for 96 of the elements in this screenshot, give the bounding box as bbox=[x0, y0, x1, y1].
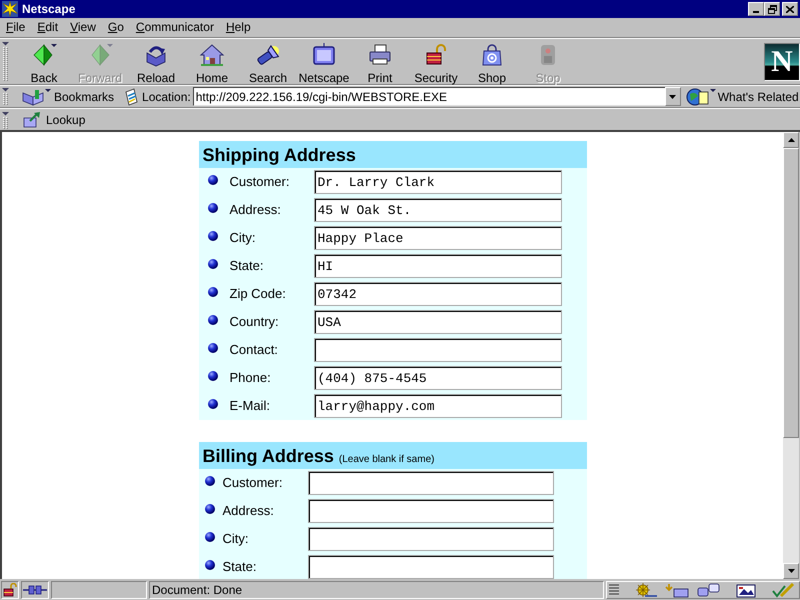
toolbar-button[interactable]: Home bbox=[184, 41, 240, 85]
text-input-field[interactable] bbox=[308, 471, 554, 495]
text-input-field[interactable] bbox=[308, 555, 554, 579]
section-note: (Leave blank if same) bbox=[338, 453, 434, 467]
scrollbar-thumb[interactable] bbox=[783, 148, 799, 438]
menu-item[interactable]: Communicator bbox=[130, 19, 220, 36]
menu-item[interactable]: Edit bbox=[31, 19, 64, 36]
text-input-field[interactable]: Dr. Larry Clark bbox=[314, 170, 562, 194]
menu-item[interactable]: Go bbox=[102, 19, 130, 36]
minimize-button[interactable] bbox=[748, 2, 764, 16]
padlock-icon bbox=[3, 583, 17, 597]
menu-item[interactable]: View bbox=[64, 19, 102, 36]
page-icon[interactable] bbox=[123, 88, 140, 106]
text-input-field[interactable] bbox=[308, 527, 554, 551]
bullet-icon bbox=[208, 370, 218, 380]
bullet-icon bbox=[208, 342, 218, 352]
security-button[interactable] bbox=[1, 581, 19, 599]
portal-icon bbox=[311, 43, 337, 67]
pen-check-icon[interactable] bbox=[771, 582, 795, 598]
location-label: Location: bbox=[142, 88, 191, 106]
toolbar-button[interactable]: Back bbox=[16, 41, 72, 85]
text-input-field[interactable]: (404) 875-4545 bbox=[314, 366, 562, 390]
field-label: Address: bbox=[222, 502, 275, 520]
down-arrow-icon bbox=[788, 569, 794, 573]
bullet-icon bbox=[208, 286, 218, 296]
field-label: Address: bbox=[230, 201, 282, 220]
field-label: City: bbox=[230, 229, 256, 248]
flashlight-icon bbox=[255, 43, 281, 67]
close-button[interactable] bbox=[782, 2, 798, 16]
toolbar-button[interactable]: Netscape bbox=[296, 41, 352, 85]
printer-icon bbox=[367, 43, 393, 67]
text-input-field[interactable]: 45 W Oak St. bbox=[314, 198, 562, 222]
toolbar-button[interactable]: Security bbox=[408, 41, 464, 85]
restore-icon bbox=[768, 4, 776, 14]
field-label: City: bbox=[222, 530, 250, 548]
bullet-icon bbox=[204, 476, 214, 486]
field-label: Customer: bbox=[222, 474, 284, 492]
text-input-field[interactable] bbox=[308, 499, 554, 523]
chat-icon[interactable] bbox=[697, 582, 721, 598]
text-input-field[interactable]: USA bbox=[314, 310, 562, 334]
field-label: State: bbox=[230, 257, 264, 276]
toolbar-button[interactable]: Shop bbox=[464, 41, 520, 85]
field-label: Phone: bbox=[230, 369, 272, 388]
minimize-icon bbox=[753, 11, 759, 13]
bullet-icon bbox=[208, 174, 218, 184]
bullet-icon bbox=[208, 314, 218, 324]
text-input-field[interactable]: Happy Place bbox=[314, 226, 562, 250]
dropdown-button[interactable] bbox=[664, 87, 681, 106]
field-label: Contact: bbox=[230, 341, 279, 360]
bullet-icon bbox=[208, 202, 218, 212]
field-label: Zip Code: bbox=[230, 285, 287, 304]
compass-icon[interactable] bbox=[633, 582, 657, 598]
bookmark-button[interactable]: Lookup bbox=[23, 110, 86, 128]
component-grip-icon[interactable] bbox=[609, 583, 619, 597]
caret-icon bbox=[669, 94, 676, 98]
text-input-field[interactable] bbox=[314, 338, 562, 362]
bookmarks-button[interactable]: Bookmarks bbox=[21, 88, 114, 106]
starburst-icon bbox=[2, 1, 18, 17]
bullet-icon bbox=[208, 258, 218, 268]
section-title: Shipping Address bbox=[202, 144, 356, 166]
section-title: Billing Address bbox=[202, 445, 334, 467]
field-label: State: bbox=[222, 558, 258, 576]
up-arrow-icon bbox=[788, 138, 794, 142]
restore-button[interactable] bbox=[764, 2, 780, 16]
url-field[interactable]: http://209.222.156.19/cgi-bin/WEBSTORE.EXE bbox=[192, 87, 665, 106]
bullet-icon bbox=[208, 398, 218, 408]
logo-button[interactable]: N bbox=[764, 43, 800, 81]
bookmark-icon bbox=[23, 112, 41, 128]
toolbar-button[interactable]: Search bbox=[240, 41, 296, 85]
bullet-icon bbox=[204, 560, 214, 570]
menu-item[interactable]: File bbox=[0, 19, 32, 36]
field-label: Customer: bbox=[230, 173, 290, 192]
scroll-up-button[interactable] bbox=[783, 132, 799, 148]
inbox-icon[interactable] bbox=[665, 582, 689, 598]
text-input-field[interactable]: HI bbox=[314, 254, 562, 278]
bullet-icon bbox=[204, 532, 214, 542]
close-icon bbox=[786, 6, 794, 12]
globe-icon bbox=[686, 88, 716, 106]
scroll-down-button[interactable] bbox=[783, 563, 799, 579]
window-title: Netscape bbox=[22, 1, 76, 18]
toolbar-button[interactable]: Print bbox=[352, 41, 408, 85]
house-icon bbox=[199, 43, 225, 67]
text-input-field[interactable]: 07342 bbox=[314, 282, 562, 306]
left-arrow-icon bbox=[31, 43, 57, 67]
plug-icon bbox=[23, 585, 47, 595]
text-input-field[interactable]: larry@happy.com bbox=[314, 394, 562, 418]
bookmarks-icon bbox=[21, 88, 51, 106]
menu-item[interactable]: Help bbox=[220, 19, 257, 36]
toolbar-button[interactable]: Reload bbox=[128, 41, 184, 85]
field-label: E-Mail: bbox=[230, 397, 271, 416]
whats-related-button[interactable]: What's Related bbox=[686, 88, 799, 106]
bullet-icon bbox=[204, 504, 214, 514]
vertical-scrollbar[interactable] bbox=[783, 132, 800, 579]
bullet-icon bbox=[208, 230, 218, 240]
field-label: Country: bbox=[230, 313, 280, 332]
status-text: Document: Done bbox=[149, 581, 604, 599]
